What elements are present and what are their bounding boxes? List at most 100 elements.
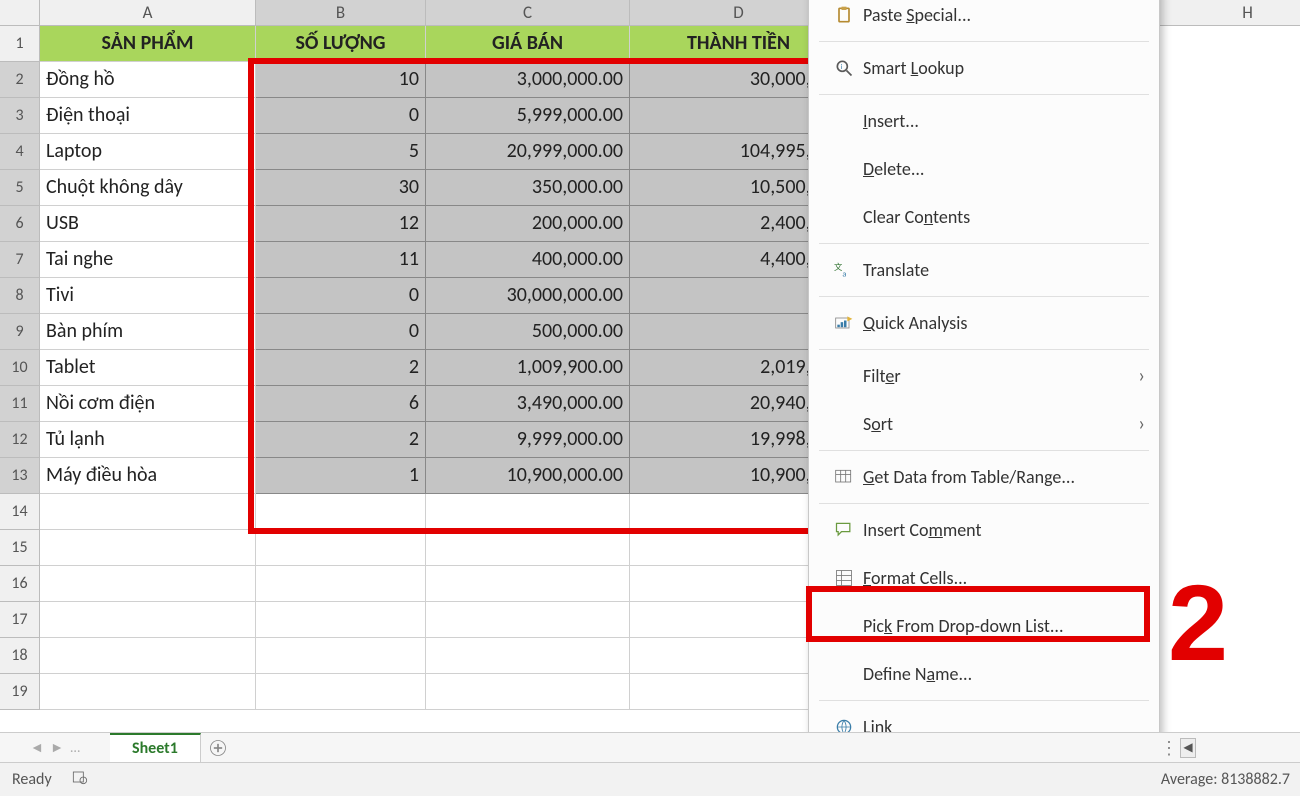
cell-B17[interactable] — [256, 602, 426, 638]
cell-A5[interactable]: Chuột không dây — [40, 170, 256, 206]
row-header-7[interactable]: 7 — [0, 242, 40, 278]
menu-insert-comment[interactable]: Insert Comment — [809, 506, 1159, 554]
row-header-10[interactable]: 10 — [0, 350, 40, 386]
scroll-left-button[interactable]: ◀ — [1180, 738, 1196, 758]
cell-A8[interactable]: Tivi — [40, 278, 256, 314]
cell-A15[interactable] — [40, 530, 256, 566]
macro-record-icon[interactable] — [70, 767, 90, 792]
cell-B7[interactable]: 11 — [256, 242, 426, 278]
menu-clear-contents[interactable]: Clear Contents — [809, 193, 1159, 241]
cell-B19[interactable] — [256, 674, 426, 710]
row-header-4[interactable]: 4 — [0, 134, 40, 170]
column-header-A[interactable]: A — [40, 0, 256, 26]
row-header-14[interactable]: 14 — [0, 494, 40, 530]
row-header-15[interactable]: 15 — [0, 530, 40, 566]
cell-C11[interactable]: 3,490,000.00 — [426, 386, 630, 422]
column-header-H[interactable]: H — [1160, 0, 1300, 26]
cell-A14[interactable] — [40, 494, 256, 530]
cell-A4[interactable]: Laptop — [40, 134, 256, 170]
column-header-C[interactable]: C — [426, 0, 630, 26]
row-header-17[interactable]: 17 — [0, 602, 40, 638]
cell-C13[interactable]: 10,900,000.00 — [426, 458, 630, 494]
menu-quick-analysis[interactable]: Quick Analysis — [809, 299, 1159, 347]
cell-C1[interactable]: GIÁ BÁN — [426, 26, 630, 62]
row-header-8[interactable]: 8 — [0, 278, 40, 314]
cell-A10[interactable]: Tablet — [40, 350, 256, 386]
cell-C5[interactable]: 350,000.00 — [426, 170, 630, 206]
cell-A16[interactable] — [40, 566, 256, 602]
menu-define-name[interactable]: Define Name... — [809, 650, 1159, 698]
cell-A2[interactable]: Đồng hồ — [40, 62, 256, 98]
menu-get-data[interactable]: Get Data from Table/Range... — [809, 453, 1159, 501]
column-header-B[interactable]: B — [256, 0, 426, 26]
row-header-19[interactable]: 19 — [0, 674, 40, 710]
cell-C17[interactable] — [426, 602, 630, 638]
cell-B13[interactable]: 1 — [256, 458, 426, 494]
cell-C8[interactable]: 30,000,000.00 — [426, 278, 630, 314]
select-all-corner[interactable] — [0, 0, 40, 26]
cell-C9[interactable]: 500,000.00 — [426, 314, 630, 350]
cell-A17[interactable] — [40, 602, 256, 638]
cell-C19[interactable] — [426, 674, 630, 710]
cell-C18[interactable] — [426, 638, 630, 674]
menu-format-cells[interactable]: Format Cells... — [809, 554, 1159, 602]
row-header-3[interactable]: 3 — [0, 98, 40, 134]
row-header-2[interactable]: 2 — [0, 62, 40, 98]
cell-C12[interactable]: 9,999,000.00 — [426, 422, 630, 458]
cell-C16[interactable] — [426, 566, 630, 602]
menu-smart-lookup[interactable]: i Smart Lookup — [809, 44, 1159, 92]
cell-B1[interactable]: SỐ LƯỢNG — [256, 26, 426, 62]
cell-A3[interactable]: Điện thoại — [40, 98, 256, 134]
cell-B14[interactable] — [256, 494, 426, 530]
cell-A11[interactable]: Nồi cơm điện — [40, 386, 256, 422]
menu-sort[interactable]: Sort › — [809, 400, 1159, 448]
row-header-1[interactable]: 1 — [0, 26, 40, 62]
row-header-12[interactable]: 12 — [0, 422, 40, 458]
menu-filter[interactable]: Filter › — [809, 352, 1159, 400]
row-header-11[interactable]: 11 — [0, 386, 40, 422]
horizontal-scroll[interactable]: ⋮ ◀ — [1160, 732, 1300, 762]
cell-B10[interactable]: 2 — [256, 350, 426, 386]
row-header-9[interactable]: 9 — [0, 314, 40, 350]
menu-paste-special[interactable]: Paste Special... — [809, 0, 1159, 39]
cell-C7[interactable]: 400,000.00 — [426, 242, 630, 278]
cell-B18[interactable] — [256, 638, 426, 674]
tab-nav-arrows[interactable]: ◄ ► … — [0, 739, 110, 756]
cell-C6[interactable]: 200,000.00 — [426, 206, 630, 242]
cell-B8[interactable]: 0 — [256, 278, 426, 314]
cell-B16[interactable] — [256, 566, 426, 602]
cell-B6[interactable]: 12 — [256, 206, 426, 242]
cell-A18[interactable] — [40, 638, 256, 674]
cell-A6[interactable]: USB — [40, 206, 256, 242]
sheet-tab-sheet1[interactable]: Sheet1 — [110, 733, 201, 762]
cell-C14[interactable] — [426, 494, 630, 530]
row-header-5[interactable]: 5 — [0, 170, 40, 206]
cell-C3[interactable]: 5,999,000.00 — [426, 98, 630, 134]
cell-A9[interactable]: Bàn phím — [40, 314, 256, 350]
cell-C2[interactable]: 3,000,000.00 — [426, 62, 630, 98]
menu-insert[interactable]: Insert... — [809, 97, 1159, 145]
menu-delete[interactable]: Delete... — [809, 145, 1159, 193]
menu-pick-from-list[interactable]: Pick From Drop-down List... — [809, 602, 1159, 650]
row-header-18[interactable]: 18 — [0, 638, 40, 674]
cell-C15[interactable] — [426, 530, 630, 566]
cell-A19[interactable] — [40, 674, 256, 710]
menu-translate[interactable]: 文a Translate — [809, 246, 1159, 294]
cell-B4[interactable]: 5 — [256, 134, 426, 170]
row-header-6[interactable]: 6 — [0, 206, 40, 242]
cell-B9[interactable]: 0 — [256, 314, 426, 350]
cell-C4[interactable]: 20,999,000.00 — [426, 134, 630, 170]
cell-B11[interactable]: 6 — [256, 386, 426, 422]
cell-B2[interactable]: 10 — [256, 62, 426, 98]
cell-A7[interactable]: Tai nghe — [40, 242, 256, 278]
cell-B15[interactable] — [256, 530, 426, 566]
cell-B12[interactable]: 2 — [256, 422, 426, 458]
cell-B5[interactable]: 30 — [256, 170, 426, 206]
cell-C10[interactable]: 1,009,900.00 — [426, 350, 630, 386]
row-header-13[interactable]: 13 — [0, 458, 40, 494]
cell-B3[interactable]: 0 — [256, 98, 426, 134]
cell-A1[interactable]: SẢN PHẨM — [40, 26, 256, 62]
row-header-16[interactable]: 16 — [0, 566, 40, 602]
cell-A13[interactable]: Máy điều hòa — [40, 458, 256, 494]
cell-A12[interactable]: Tủ lạnh — [40, 422, 256, 458]
